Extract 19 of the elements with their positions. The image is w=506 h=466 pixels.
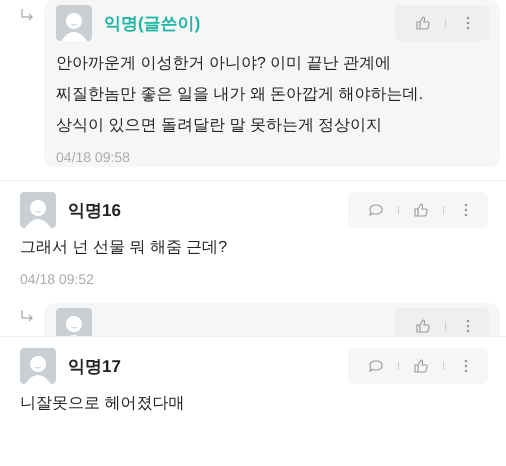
thumbs-up-icon[interactable] (415, 318, 431, 334)
avatar-icon (20, 192, 56, 228)
thumbs-up-icon[interactable] (415, 15, 431, 31)
author-name: 익명(글쓴이) (104, 12, 200, 34)
speech-bubble-icon[interactable] (368, 358, 384, 374)
reply-arrow-icon (20, 309, 34, 323)
timestamp: 04/18 09:58 (56, 149, 131, 165)
author-name: 익명16 (68, 200, 121, 222)
thumbs-up-icon[interactable] (413, 358, 429, 374)
avatar-icon (20, 348, 56, 384)
speech-bubble-icon[interactable] (368, 202, 384, 218)
timestamp: 04/18 09:52 (20, 271, 95, 287)
avatar-icon (56, 5, 92, 41)
reply-arrow-icon (20, 8, 34, 22)
thumbs-up-icon[interactable] (413, 202, 429, 218)
author-name: 익명17 (68, 356, 121, 378)
comment-text: 안아까운게 이성한거 아니야? 이미 끝난 관계에 찌질한놈만 좋은 일을 내가 왜 돈아깝게 해야하는데. 상식이 있으면 돌려달란 말 못하는게 정상이지 (56, 54, 424, 136)
comment-text: 니잘못으로 헤어졌다매 (20, 394, 186, 414)
comment-text: 그래서 넌 선물 뭐 해줌 근데? (20, 238, 228, 258)
